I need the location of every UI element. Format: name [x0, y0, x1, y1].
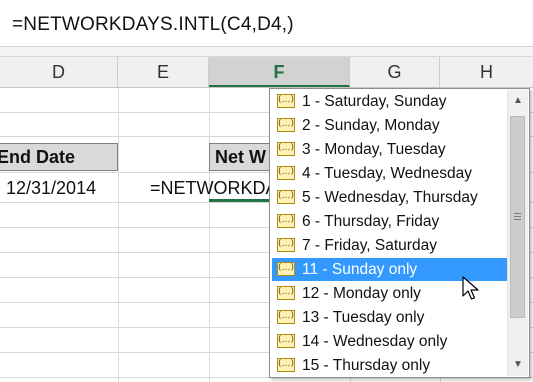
active-cell-formula[interactable]: =NETWORKDA [150, 176, 275, 200]
enum-value-icon: (…) [277, 94, 295, 108]
dropdown-item-label: 14 - Wednesday only [302, 333, 448, 350]
dropdown-item-label: 13 - Tuesday only [302, 309, 425, 326]
column-header-f[interactable]: F [209, 57, 350, 87]
scroll-up-arrow-icon[interactable]: ▲ [508, 92, 528, 110]
weekend-options-dropdown[interactable]: (…) 1 - Saturday, Sunday (…) 2 - Sunday,… [269, 88, 530, 378]
enum-value-icon: (…) [277, 334, 295, 348]
dropdown-item-label: 6 - Thursday, Friday [302, 213, 440, 230]
enum-value-icon: (…) [277, 190, 295, 204]
dropdown-item-label: 7 - Friday, Saturday [302, 237, 437, 254]
dropdown-item-label: 4 - Tuesday, Wednesday [302, 165, 473, 182]
dropdown-item[interactable]: (…) 1 - Saturday, Sunday [272, 90, 507, 113]
enum-value-icon: (…) [277, 118, 295, 132]
enum-value-icon: (…) [277, 166, 295, 180]
enum-value-icon: (…) [277, 214, 295, 228]
enum-value-icon: (…) [277, 142, 295, 156]
enum-value-icon: (…) [277, 238, 295, 252]
column-headers: D E F G H [0, 57, 533, 88]
end-date-label: End Date [0, 147, 76, 167]
net-workdays-label: Net W [215, 147, 266, 167]
ribbon-gap [0, 47, 533, 57]
enum-value-icon: (…) [277, 286, 295, 300]
column-header-h[interactable]: H [440, 57, 533, 87]
dropdown-item[interactable]: (…) 15 - Thursday only [272, 354, 507, 377]
dropdown-item[interactable]: (…) 2 - Sunday, Monday [272, 114, 507, 137]
dropdown-item[interactable]: (…) 3 - Monday, Tuesday [272, 138, 507, 161]
dropdown-scrollbar[interactable]: ▲ ▼ [507, 90, 528, 376]
formula-bar[interactable]: =NETWORKDAYS.INTL(C4,D4,) [0, 0, 533, 47]
dropdown-item[interactable]: (…) 6 - Thursday, Friday [272, 210, 507, 233]
end-date-header-cell[interactable]: End Date [0, 143, 118, 171]
scrollbar-thumb[interactable] [510, 116, 525, 318]
grip-line [514, 216, 521, 217]
dropdown-item[interactable]: (…) 13 - Tuesday only [272, 306, 507, 329]
column-header-g[interactable]: G [350, 57, 440, 87]
dropdown-item[interactable]: (…) 4 - Tuesday, Wednesday [272, 162, 507, 185]
dropdown-item-label: 12 - Monday only [302, 285, 421, 302]
formula-text[interactable]: =NETWORKDAYS.INTL(C4,D4,) [12, 14, 294, 36]
dropdown-item[interactable]: (…) 14 - Wednesday only [272, 330, 507, 353]
grip-line [514, 219, 521, 220]
dropdown-item-label: 1 - Saturday, Sunday [302, 93, 447, 110]
enum-value-icon: (…) [277, 262, 295, 276]
dropdown-item-label: 11 - Sunday only [302, 261, 418, 278]
end-date-value-cell[interactable]: 12/31/2014 [6, 176, 118, 200]
dropdown-item-label: 2 - Sunday, Monday [302, 117, 440, 134]
dropdown-item-label: 5 - Wednesday, Thursday [302, 189, 478, 206]
column-header-d[interactable]: D [0, 57, 118, 87]
dropdown-item[interactable]: (…) 5 - Wednesday, Thursday [272, 186, 507, 209]
enum-value-icon: (…) [277, 310, 295, 324]
scroll-down-arrow-icon[interactable]: ▼ [508, 356, 528, 374]
dropdown-item[interactable]: (…) 7 - Friday, Saturday [272, 234, 507, 257]
enum-value-icon: (…) [277, 358, 295, 372]
active-cell-border [209, 199, 271, 202]
mouse-pointer-icon [462, 276, 479, 300]
column-border [209, 88, 210, 382]
column-border [118, 88, 119, 382]
column-header-e[interactable]: E [118, 57, 209, 87]
grip-line [514, 213, 521, 214]
dropdown-item-label: 3 - Monday, Tuesday [302, 141, 446, 158]
dropdown-item-label: 15 - Thursday only [302, 357, 431, 374]
